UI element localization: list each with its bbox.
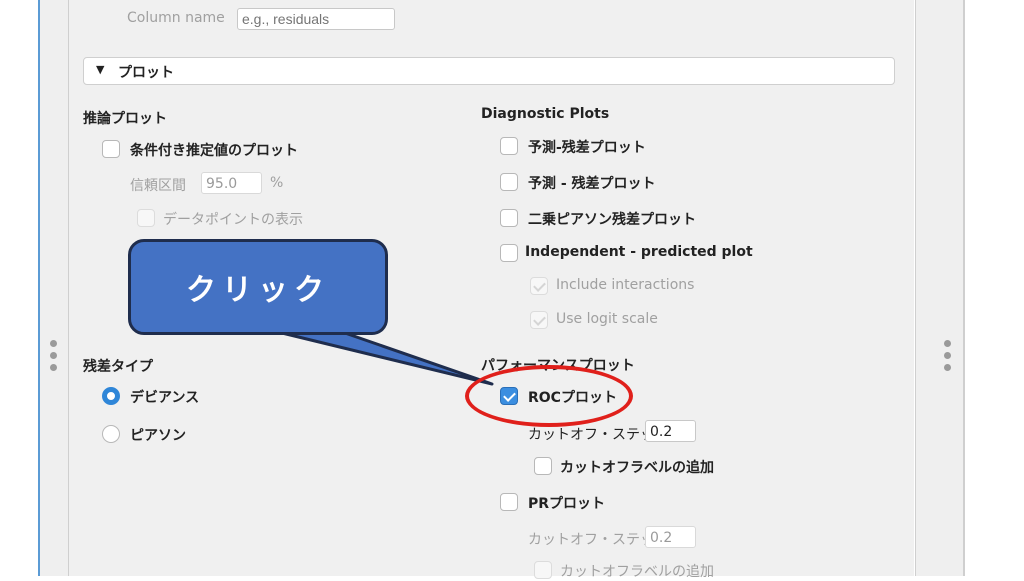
highlight-ring bbox=[465, 365, 633, 427]
click-callout: クリック bbox=[128, 239, 388, 335]
